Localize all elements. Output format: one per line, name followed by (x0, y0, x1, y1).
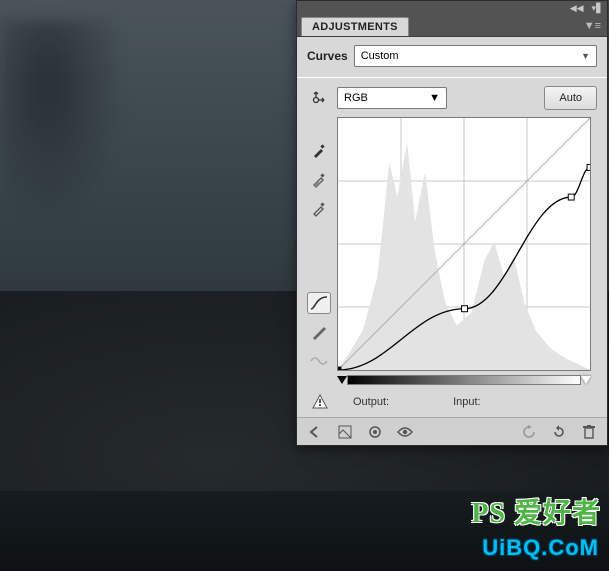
auto-button[interactable]: Auto (544, 86, 597, 110)
smooth-mode-icon[interactable] (307, 350, 331, 372)
watermark-text-1: PS 爱好者 (471, 491, 601, 531)
panel-menu-icon[interactable]: ▾▋ (592, 4, 603, 13)
channel-dropdown[interactable]: RGB ▼ (337, 87, 447, 109)
input-label: Input: (453, 396, 481, 408)
visibility-icon[interactable] (395, 422, 415, 442)
expand-view-icon[interactable] (335, 422, 355, 442)
horizontal-gradient (347, 375, 581, 385)
trash-icon[interactable] (579, 422, 599, 442)
tab-flyout-icon[interactable]: ▼≡ (578, 15, 607, 36)
panel-body: Curves Custom ▼ (297, 37, 607, 417)
curve-mode-icon[interactable] (307, 292, 331, 314)
previous-state-icon (519, 422, 539, 442)
back-icon[interactable] (305, 422, 325, 442)
collapse-icon[interactable]: ◀◀ (570, 4, 584, 13)
targeted-adjust-icon[interactable] (308, 86, 330, 108)
panel-bottom-toolbar (297, 417, 607, 445)
curves-graph[interactable] (337, 117, 591, 371)
panel-topbar: ◀◀ ▾▋ (297, 1, 607, 15)
pencil-mode-icon[interactable] (307, 321, 331, 343)
reset-icon[interactable] (549, 422, 569, 442)
preset-value: Custom (361, 50, 399, 62)
white-eyedropper-icon[interactable] (308, 198, 330, 220)
adjustment-type-label: Curves (307, 49, 348, 63)
watermark-text-2: UiBQ.CoM (482, 535, 599, 561)
tab-row: ADJUSTMENTS ▼≡ (297, 15, 607, 37)
clip-to-layer-icon[interactable] (365, 422, 385, 442)
left-tools-column (307, 86, 331, 387)
input-slider[interactable] (337, 373, 591, 387)
gray-eyedropper-icon[interactable] (308, 169, 330, 191)
output-label: Output: (353, 396, 389, 408)
white-point-handle[interactable] (581, 376, 591, 384)
divider (297, 77, 607, 78)
chevron-down-icon: ▼ (429, 92, 440, 104)
black-point-handle[interactable] (337, 376, 347, 384)
preset-dropdown[interactable]: Custom ▼ (354, 45, 597, 67)
adjustments-panel: ◀◀ ▾▋ ADJUSTMENTS ▼≡ Curves Custom ▼ (296, 0, 608, 446)
channel-value: RGB (344, 92, 368, 104)
chevron-down-icon: ▼ (581, 51, 590, 61)
black-eyedropper-icon[interactable] (308, 140, 330, 162)
tab-adjustments[interactable]: ADJUSTMENTS (301, 17, 409, 36)
clip-warning-icon[interactable] (311, 393, 329, 411)
